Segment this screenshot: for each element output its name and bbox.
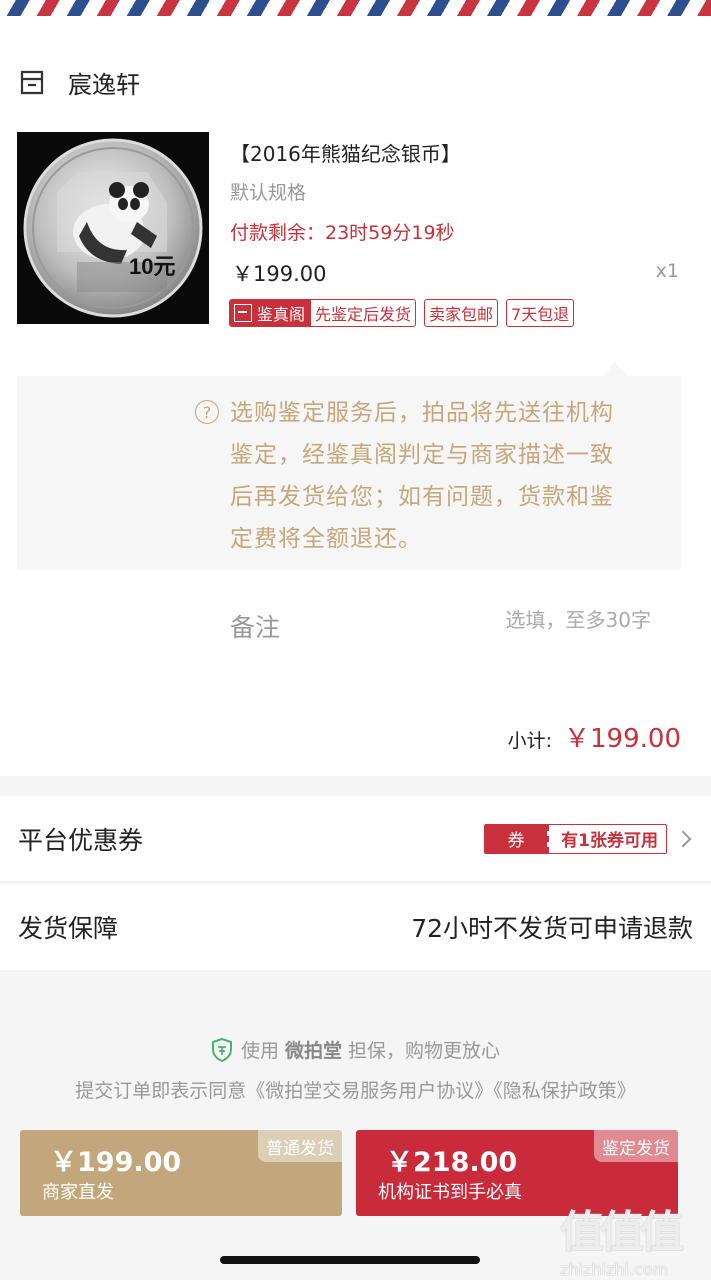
service-tags: 鉴真阁 先鉴定后发货 卖家包邮 7天包退: [229, 299, 575, 327]
coupon-badge-label: 券: [485, 824, 548, 853]
authentication-tag: 鉴真阁 先鉴定后发货: [229, 299, 417, 327]
panda-coin-image: 10元: [23, 138, 203, 318]
order-card: 宸逸轩 10元 【2016年熊猫纪念银币】 默认规格 付款剩余：23时59分19…: [0, 34, 711, 776]
airmail-border-mask: [0, 16, 711, 34]
authentication-brand: 鉴真阁: [230, 300, 312, 326]
watermark-logo: 值值值: [560, 1207, 684, 1258]
guarantee-suffix: 担保，购物更放心: [348, 1040, 501, 1062]
authentication-tip-text: 选购鉴定服务后，拍品将先送往机构鉴定，经鉴真阁判定与商家描述一致后再发货给您；如…: [230, 400, 614, 552]
authenticated-shipping-subtitle: 机构证书到手必真: [378, 1182, 522, 1203]
platform-coupon-title: 平台优惠券: [18, 825, 144, 855]
normal-shipping-badge: 普通发货: [258, 1130, 342, 1162]
shipping-guarantee-row: 发货保障 72小时不发货可申请退款: [0, 884, 711, 970]
platform-coupon-row[interactable]: 平台优惠券 券 有1张券可用: [0, 796, 711, 882]
subtotal: 小计: ￥199.00: [508, 718, 681, 755]
subtotal-value: ￥199.00: [564, 724, 681, 754]
note-input[interactable]: [431, 608, 651, 632]
payment-countdown: 付款剩余：23时59分19秒: [230, 222, 455, 244]
shop-icon: [20, 70, 44, 95]
note-label: 备注: [230, 613, 281, 642]
product-title[interactable]: 【2016年熊猫纪念银币】: [230, 138, 461, 167]
subtotal-label: 小计:: [507, 730, 553, 752]
shield-icon: [211, 1037, 232, 1062]
agreement-text[interactable]: 提交订单即表示同意《微拍堂交易服务用户协议》《隐私保护政策》: [0, 1076, 711, 1103]
coupon-available-text: 有1张券可用: [547, 824, 666, 853]
normal-shipping-subtitle: 商家直发: [42, 1182, 114, 1203]
chevron-right-icon: [674, 830, 692, 847]
free-shipping-tag: 卖家包邮: [424, 299, 499, 327]
watermark: 值值值 zhizhizhi.com: [560, 1196, 700, 1279]
home-indicator[interactable]: [220, 1256, 480, 1264]
coin-denomination: 10元: [129, 254, 175, 279]
coupon-selector[interactable]: 券 有1张券可用: [484, 823, 693, 854]
shipping-guarantee-title: 发货保障: [18, 914, 119, 943]
product-spec: 默认规格: [230, 182, 307, 204]
normal-shipping-price: ￥199.00: [50, 1147, 182, 1178]
guarantee-prefix: 使用: [240, 1040, 279, 1062]
guarantee-line: 使用 微拍堂 担保，购物更放心: [0, 1036, 711, 1063]
airmail-border: [0, 0, 711, 16]
shipping-guarantee-value: 72小时不发货可申请退款: [411, 914, 693, 943]
coupon-badge: 券 有1张券可用: [484, 823, 667, 854]
shop-name: 宸逸轩: [68, 70, 140, 99]
shop-header[interactable]: 宸逸轩: [18, 64, 140, 100]
authentication-tip: ? 选购鉴定服务后，拍品将先送往机构鉴定，经鉴真阁判定与商家描述一致后再发货给您…: [17, 362, 681, 570]
product-price: ￥199.00: [232, 262, 327, 286]
return-policy-tag: 7天包退: [506, 299, 575, 327]
normal-shipping-button[interactable]: ￥199.00 商家直发 普通发货: [20, 1130, 342, 1216]
guarantee-brand: 微拍堂: [284, 1040, 342, 1062]
authenticated-shipping-badge: 鉴定发货: [594, 1130, 678, 1162]
authentication-label: 先鉴定后发货: [315, 305, 412, 324]
authenticated-shipping-price: ￥218.00: [386, 1147, 518, 1178]
product-quantity: x1: [655, 260, 679, 282]
authentication-brand-label: 鉴真阁: [257, 305, 306, 324]
product-image[interactable]: 10元: [17, 132, 209, 324]
watermark-url: zhizhizhi.com: [560, 1260, 669, 1279]
question-circle-icon: ?: [195, 400, 219, 424]
authentication-logo-icon: [234, 304, 252, 322]
